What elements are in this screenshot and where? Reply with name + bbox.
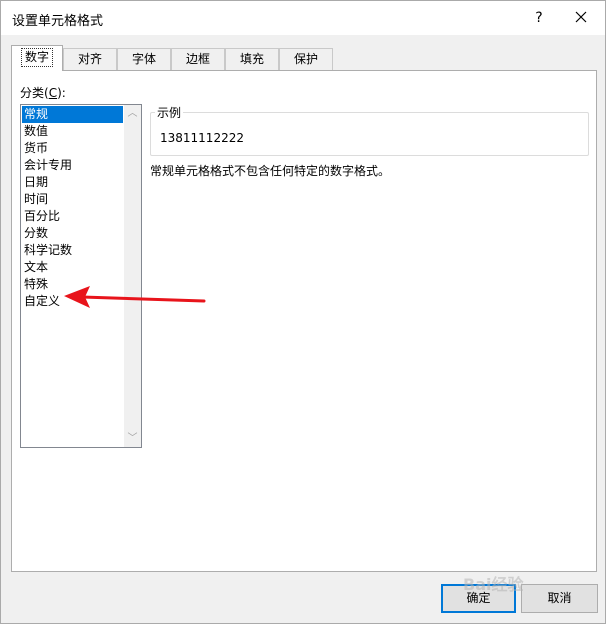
list-item-time[interactable]: 时间 <box>22 191 123 208</box>
list-item-accounting[interactable]: 会计专用 <box>22 157 123 174</box>
sample-legend: 示例 <box>155 104 184 121</box>
tab-number-label: 数字 <box>20 48 53 67</box>
category-list: 常规 数值 货币 会计专用 日期 时间 百分比 分数 科学记数 文本 特殊 自定… <box>22 106 123 310</box>
watermark-text: Bai经验 <box>463 575 524 594</box>
category-label: 分类(C): <box>20 86 66 100</box>
list-item-scientific[interactable]: 科学记数 <box>22 242 123 259</box>
title-bar: 设置单元格格式 ? <box>1 1 605 35</box>
sample-group: 示例 13811112222 <box>150 104 589 156</box>
cancel-button[interactable]: 取消 <box>521 584 598 613</box>
list-item-number[interactable]: 数值 <box>22 123 123 140</box>
tab-number[interactable]: 数字 <box>11 45 63 71</box>
scroll-up-icon[interactable]: ︿ <box>124 105 141 122</box>
red-arrow-icon <box>64 286 206 308</box>
category-scrollbar[interactable]: ︿ ﹀ <box>124 105 141 447</box>
list-item-percentage[interactable]: 百分比 <box>22 208 123 225</box>
help-button[interactable]: ? <box>529 7 549 29</box>
tab-font[interactable]: 字体 <box>117 48 171 70</box>
list-item-text[interactable]: 文本 <box>22 259 123 276</box>
list-item-general[interactable]: 常规 <box>22 106 123 123</box>
tab-border[interactable]: 边框 <box>171 48 225 70</box>
format-description: 常规单元格格式不包含任何特定的数字格式。 <box>150 164 391 178</box>
close-icon <box>575 11 587 23</box>
category-listbox[interactable]: 常规 数值 货币 会计专用 日期 时间 百分比 分数 科学记数 文本 特殊 自定… <box>20 104 142 448</box>
list-item-fraction[interactable]: 分数 <box>22 225 123 242</box>
list-item-date[interactable]: 日期 <box>22 174 123 191</box>
tab-panel-number: 分类(C): 常规 数值 货币 会计专用 日期 时间 百分比 分数 科学记数 文… <box>11 70 597 572</box>
tab-fill[interactable]: 填充 <box>225 48 279 70</box>
dialog-title: 设置单元格格式 <box>12 14 104 29</box>
list-item-currency[interactable]: 货币 <box>22 140 123 157</box>
tab-alignment[interactable]: 对齐 <box>63 48 117 70</box>
sample-value: 13811112222 <box>160 131 244 145</box>
tab-protection[interactable]: 保护 <box>279 48 333 70</box>
scroll-down-icon[interactable]: ﹀ <box>124 430 141 447</box>
close-button[interactable] <box>567 5 595 31</box>
